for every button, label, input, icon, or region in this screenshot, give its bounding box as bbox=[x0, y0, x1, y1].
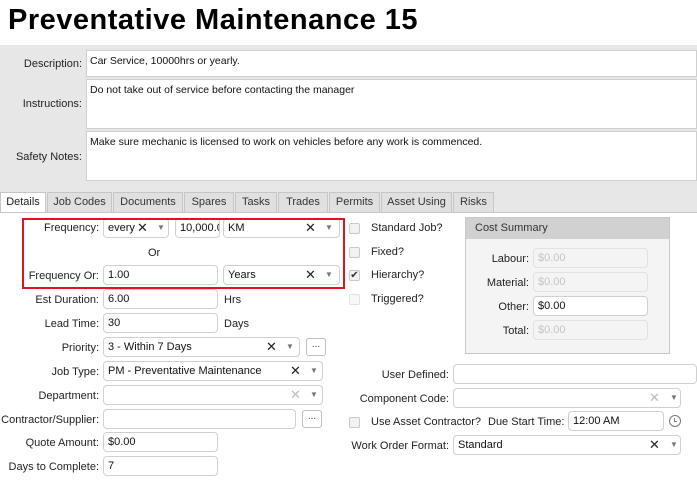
component-code-dropdown-icon[interactable]: ▼ bbox=[670, 388, 678, 408]
labour-field: $0.00 bbox=[533, 248, 648, 268]
check-icon: ✔ bbox=[350, 270, 359, 281]
work-order-format-value: Standard bbox=[458, 439, 503, 451]
job-type-clear-icon[interactable]: ✕ bbox=[290, 361, 301, 381]
contractor-more-button[interactable]: ... bbox=[302, 410, 322, 428]
material-field: $0.00 bbox=[533, 272, 648, 292]
material-label: Material: bbox=[486, 277, 529, 289]
due-start-time-label: Due Start Time: bbox=[488, 416, 565, 428]
fixed-checkbox[interactable] bbox=[349, 247, 360, 258]
tab-bar: Details Job Codes Documents Spares Tasks… bbox=[0, 192, 697, 214]
lead-time-unit: Days bbox=[224, 318, 250, 330]
priority-label: Priority: bbox=[61, 342, 99, 354]
user-defined-input[interactable] bbox=[453, 364, 697, 384]
component-code-select[interactable] bbox=[453, 388, 681, 408]
total-label: Total: bbox=[502, 325, 529, 337]
quote-amount-input[interactable]: $0.00 bbox=[103, 432, 218, 452]
lead-time-input[interactable]: 30 bbox=[103, 313, 218, 333]
priority-clear-icon[interactable]: ✕ bbox=[266, 337, 277, 357]
other-input[interactable]: $0.00 bbox=[533, 296, 648, 316]
standard-job-label: Standard Job? bbox=[371, 222, 443, 234]
department-clear-icon[interactable]: ✕ bbox=[290, 385, 301, 405]
department-dropdown-icon[interactable]: ▼ bbox=[310, 385, 318, 405]
instructions-field[interactable]: Do not take out of service before contac… bbox=[86, 79, 697, 129]
work-order-format-select[interactable]: Standard bbox=[453, 435, 681, 455]
instructions-label: Instructions: bbox=[22, 98, 82, 110]
standard-job-checkbox[interactable] bbox=[349, 223, 360, 234]
clock-icon[interactable] bbox=[669, 415, 681, 427]
tab-permits[interactable]: Permits bbox=[329, 192, 380, 213]
tab-job-codes[interactable]: Job Codes bbox=[47, 192, 112, 213]
days-to-complete-input[interactable]: 7 bbox=[103, 456, 218, 476]
triggered-label: Triggered? bbox=[371, 293, 424, 305]
safety-notes-field[interactable]: Make sure mechanic is licensed to work o… bbox=[86, 131, 697, 181]
est-duration-unit: Hrs bbox=[224, 294, 242, 306]
job-type-value: PM - Preventative Maintenance bbox=[108, 365, 262, 377]
cost-summary-title: Cost Summary bbox=[466, 218, 669, 239]
total-field: $0.00 bbox=[533, 320, 648, 340]
tab-details[interactable]: Details bbox=[0, 192, 46, 214]
tab-asset-using[interactable]: Asset Using bbox=[381, 192, 452, 213]
hierarchy-label: Hierarchy? bbox=[371, 269, 425, 281]
hierarchy-checkbox[interactable]: ✔ bbox=[349, 270, 360, 281]
labour-label: Labour: bbox=[491, 253, 529, 265]
component-code-label: Component Code: bbox=[359, 393, 449, 405]
quote-amount-label: Quote Amount: bbox=[25, 437, 99, 449]
tab-trades[interactable]: Trades bbox=[278, 192, 328, 213]
department-label: Department: bbox=[38, 390, 99, 402]
contractor-input[interactable] bbox=[103, 409, 296, 429]
fixed-label: Fixed? bbox=[371, 246, 405, 258]
work-order-format-clear-icon[interactable]: ✕ bbox=[649, 435, 660, 455]
tab-tasks[interactable]: Tasks bbox=[235, 192, 277, 213]
other-label: Other: bbox=[498, 301, 529, 313]
job-type-dropdown-icon[interactable]: ▼ bbox=[310, 361, 318, 381]
triggered-checkbox[interactable] bbox=[349, 294, 360, 305]
lead-time-label: Lead Time: bbox=[44, 318, 99, 330]
description-field[interactable]: Car Service, 10000hrs or yearly. bbox=[86, 50, 697, 77]
priority-value: 3 - Within 7 Days bbox=[108, 341, 192, 353]
tab-risks[interactable]: Risks bbox=[453, 192, 494, 213]
work-order-format-label: Work Order Format: bbox=[351, 440, 449, 452]
job-type-label: Job Type: bbox=[51, 366, 100, 378]
priority-dropdown-icon[interactable]: ▼ bbox=[286, 337, 294, 357]
tab-documents[interactable]: Documents bbox=[113, 192, 183, 213]
work-order-format-dropdown-icon[interactable]: ▼ bbox=[670, 435, 678, 455]
use-asset-contractor-label: Use Asset Contractor? bbox=[371, 416, 482, 428]
user-defined-label: User Defined: bbox=[381, 369, 449, 381]
component-code-clear-icon[interactable]: ✕ bbox=[649, 388, 660, 408]
use-asset-contractor-checkbox[interactable] bbox=[349, 417, 360, 428]
priority-more-button[interactable]: ... bbox=[306, 338, 326, 356]
contractor-label: Contractor/Supplier: bbox=[1, 414, 99, 426]
est-duration-input[interactable]: 6.00 bbox=[103, 289, 218, 309]
highlight-box bbox=[22, 218, 345, 289]
est-duration-label: Est Duration: bbox=[35, 294, 99, 306]
description-label: Description: bbox=[23, 58, 82, 70]
page-title: Preventative Maintenance 15 bbox=[8, 4, 419, 36]
tab-spares[interactable]: Spares bbox=[184, 192, 234, 213]
safety-notes-label: Safety Notes: bbox=[15, 151, 82, 163]
days-to-complete-label: Days to Complete: bbox=[8, 461, 99, 473]
due-start-time-input[interactable]: 12:00 AM bbox=[568, 411, 664, 431]
